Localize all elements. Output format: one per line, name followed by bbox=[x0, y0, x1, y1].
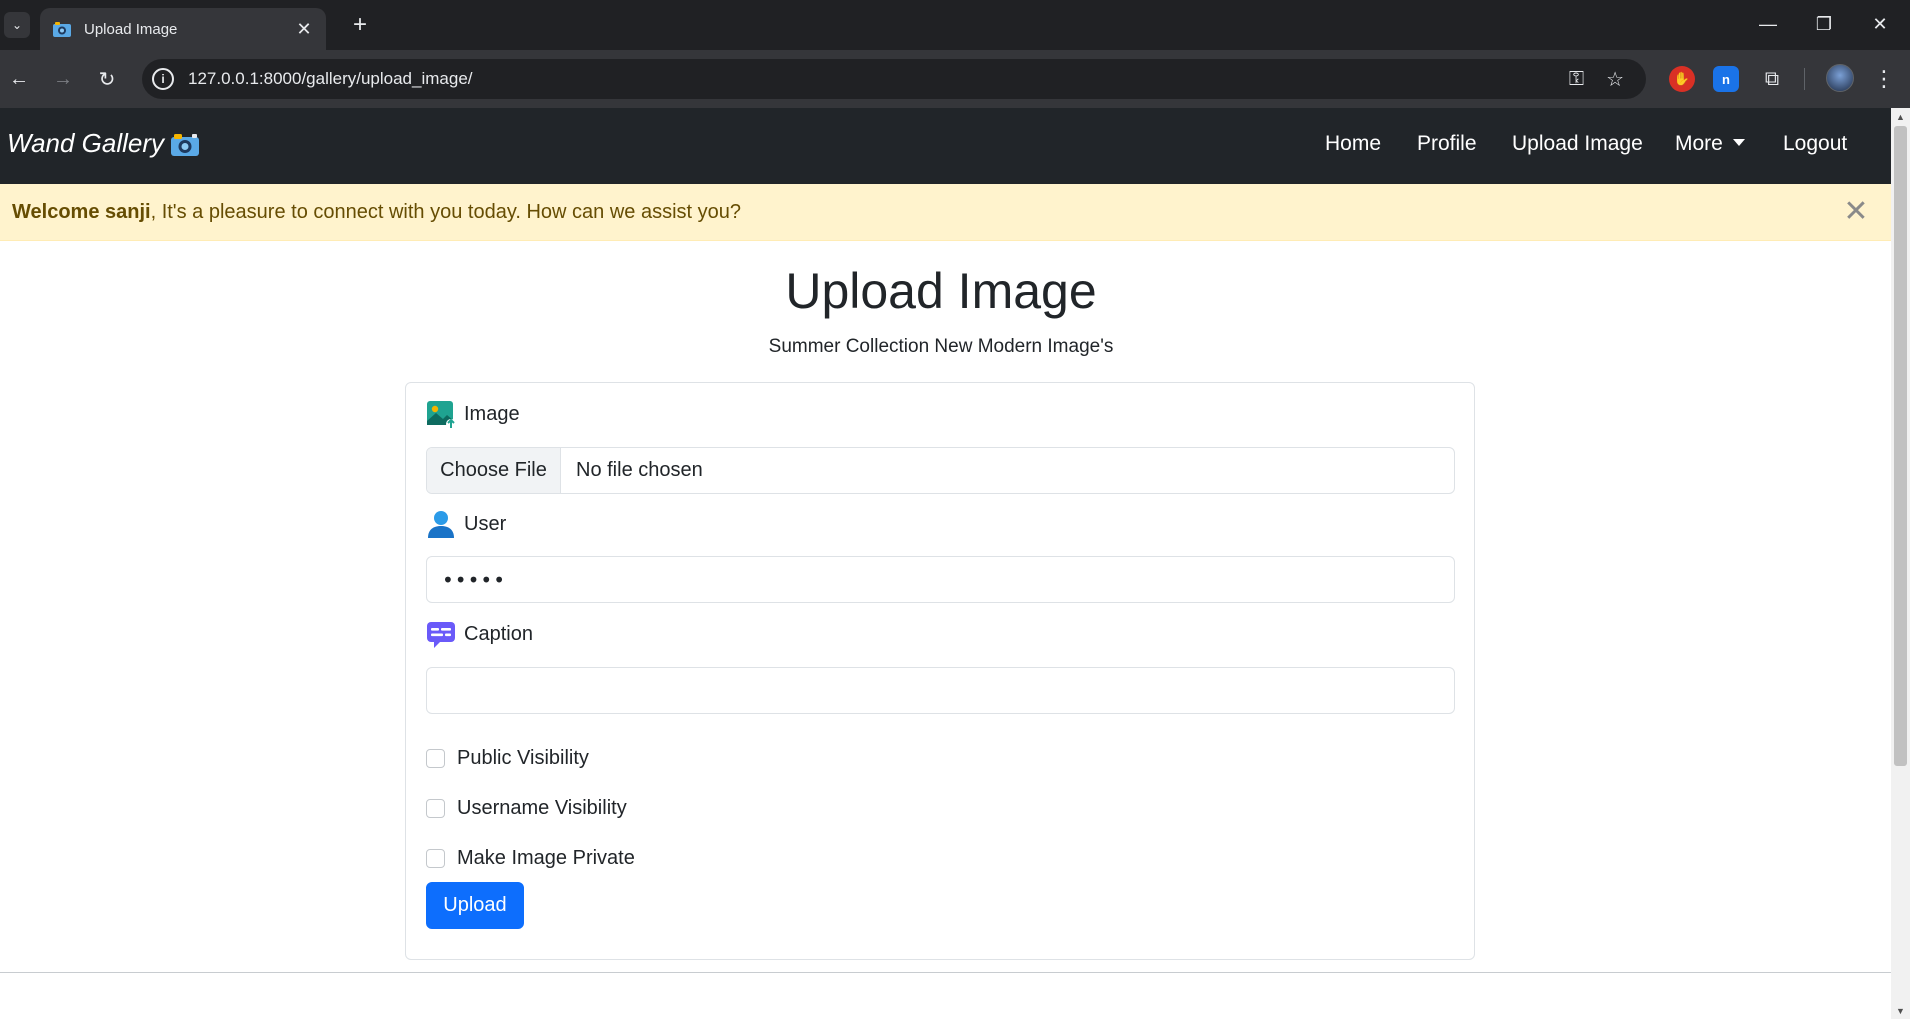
toolbar-divider bbox=[1804, 68, 1805, 90]
address-url[interactable]: 127.0.0.1:8000/gallery/upload_image/ bbox=[188, 69, 1569, 89]
caption-subtitles-icon bbox=[427, 622, 455, 648]
nav-more-dropdown[interactable]: More bbox=[1675, 132, 1745, 156]
public-visibility-row[interactable]: Public Visibility bbox=[426, 747, 589, 770]
username-visibility-checkbox[interactable] bbox=[426, 799, 445, 818]
make-private-label[interactable]: Make Image Private bbox=[457, 847, 635, 870]
page-title: Upload Image bbox=[785, 263, 1097, 319]
nav-profile[interactable]: Profile bbox=[1417, 132, 1477, 156]
forward-arrow-icon[interactable]: → bbox=[48, 64, 78, 94]
make-private-checkbox[interactable] bbox=[426, 849, 445, 868]
address-bar[interactable]: i 127.0.0.1:8000/gallery/upload_image/ ⚿… bbox=[142, 59, 1646, 99]
scroll-up-arrow-icon[interactable]: ▲ bbox=[1891, 108, 1910, 125]
site-info-icon[interactable]: i bbox=[152, 68, 174, 90]
alert-close-icon[interactable]: ✕ bbox=[1841, 197, 1871, 227]
choose-file-button[interactable]: Choose File bbox=[427, 448, 561, 493]
image-field-label: Image bbox=[426, 399, 520, 429]
make-private-row[interactable]: Make Image Private bbox=[426, 847, 635, 870]
bookmark-star-icon[interactable]: ☆ bbox=[1606, 67, 1624, 92]
tab-close-icon[interactable]: ✕ bbox=[294, 19, 314, 40]
image-label-text: Image bbox=[464, 402, 520, 425]
page-scrollbar[interactable]: ▲ ▼ bbox=[1891, 108, 1910, 1019]
public-visibility-checkbox[interactable] bbox=[426, 749, 445, 768]
extension-adblock-icon[interactable]: ✋ bbox=[1669, 66, 1695, 92]
file-status-text: No file chosen bbox=[576, 459, 703, 481]
scroll-down-arrow-icon[interactable]: ▼ bbox=[1891, 1002, 1910, 1019]
username-visibility-label[interactable]: Username Visibility bbox=[457, 797, 627, 820]
browser-menu-icon[interactable]: ⋮ bbox=[1872, 64, 1896, 94]
page-viewport: Wand Gallery Home Profile Upload Image M… bbox=[0, 108, 1891, 1019]
upload-submit-button[interactable]: Upload bbox=[426, 882, 524, 929]
caption-input[interactable] bbox=[426, 667, 1455, 714]
back-arrow-icon[interactable]: ← bbox=[4, 64, 34, 94]
caret-down-icon bbox=[1732, 138, 1745, 146]
brand-name: Wand Gallery bbox=[7, 128, 165, 158]
tab-title: Upload Image bbox=[84, 20, 178, 38]
user-label-text: User bbox=[464, 512, 507, 535]
nav-upload-image[interactable]: Upload Image bbox=[1512, 132, 1643, 156]
browser-toolbar: ← → ↻ i 127.0.0.1:8000/gallery/upload_im… bbox=[0, 50, 1910, 108]
nav-more-label: More bbox=[1675, 132, 1723, 155]
page-subtitle: Summer Collection New Modern Image's bbox=[768, 336, 1114, 357]
extension-blue-icon[interactable]: n bbox=[1713, 66, 1739, 92]
browser-tab-active[interactable]: Upload Image ✕ bbox=[40, 8, 326, 50]
welcome-alert: Welcome sanji, It's a pleasure to connec… bbox=[0, 184, 1891, 241]
public-visibility-label[interactable]: Public Visibility bbox=[457, 747, 589, 770]
site-navbar: Wand Gallery Home Profile Upload Image M… bbox=[0, 108, 1891, 184]
user-input[interactable]: ••••• bbox=[426, 556, 1455, 603]
user-person-icon bbox=[428, 511, 454, 538]
password-key-icon[interactable]: ⚿ bbox=[1569, 68, 1584, 91]
window-restore-button[interactable]: ❐ bbox=[1796, 6, 1852, 42]
window-minimize-button[interactable]: — bbox=[1740, 6, 1796, 42]
extensions-puzzle-icon[interactable]: ⧉ bbox=[1759, 66, 1785, 92]
nav-home[interactable]: Home bbox=[1325, 132, 1381, 156]
upload-form-card: Image Choose File No file chosen User ••… bbox=[405, 382, 1475, 960]
user-field-label: User bbox=[426, 509, 506, 539]
caption-label-text: Caption bbox=[464, 622, 533, 645]
scrollbar-thumb[interactable] bbox=[1894, 126, 1907, 766]
nav-logout[interactable]: Logout bbox=[1783, 132, 1847, 156]
welcome-message: , It's a pleasure to connect with you to… bbox=[150, 200, 741, 223]
caption-field-label: Caption bbox=[426, 619, 533, 649]
tab-search-chevron-icon[interactable]: ⌄ bbox=[4, 12, 30, 38]
footer-divider bbox=[0, 972, 1891, 973]
profile-avatar[interactable] bbox=[1826, 64, 1854, 92]
camera-favicon-icon bbox=[53, 22, 71, 37]
new-tab-button[interactable]: + bbox=[345, 10, 375, 40]
camera-icon bbox=[171, 133, 200, 156]
window-close-button[interactable]: ✕ bbox=[1852, 6, 1908, 42]
welcome-user: Welcome sanji bbox=[12, 200, 151, 223]
brand-link[interactable]: Wand Gallery bbox=[7, 128, 200, 159]
browser-tab-strip: ⌄ Upload Image ✕ + — ❐ ✕ bbox=[0, 0, 1910, 50]
reload-icon[interactable]: ↻ bbox=[92, 64, 122, 94]
image-upload-icon bbox=[427, 401, 456, 429]
image-file-input[interactable]: Choose File No file chosen bbox=[426, 447, 1455, 494]
username-visibility-row[interactable]: Username Visibility bbox=[426, 797, 627, 820]
